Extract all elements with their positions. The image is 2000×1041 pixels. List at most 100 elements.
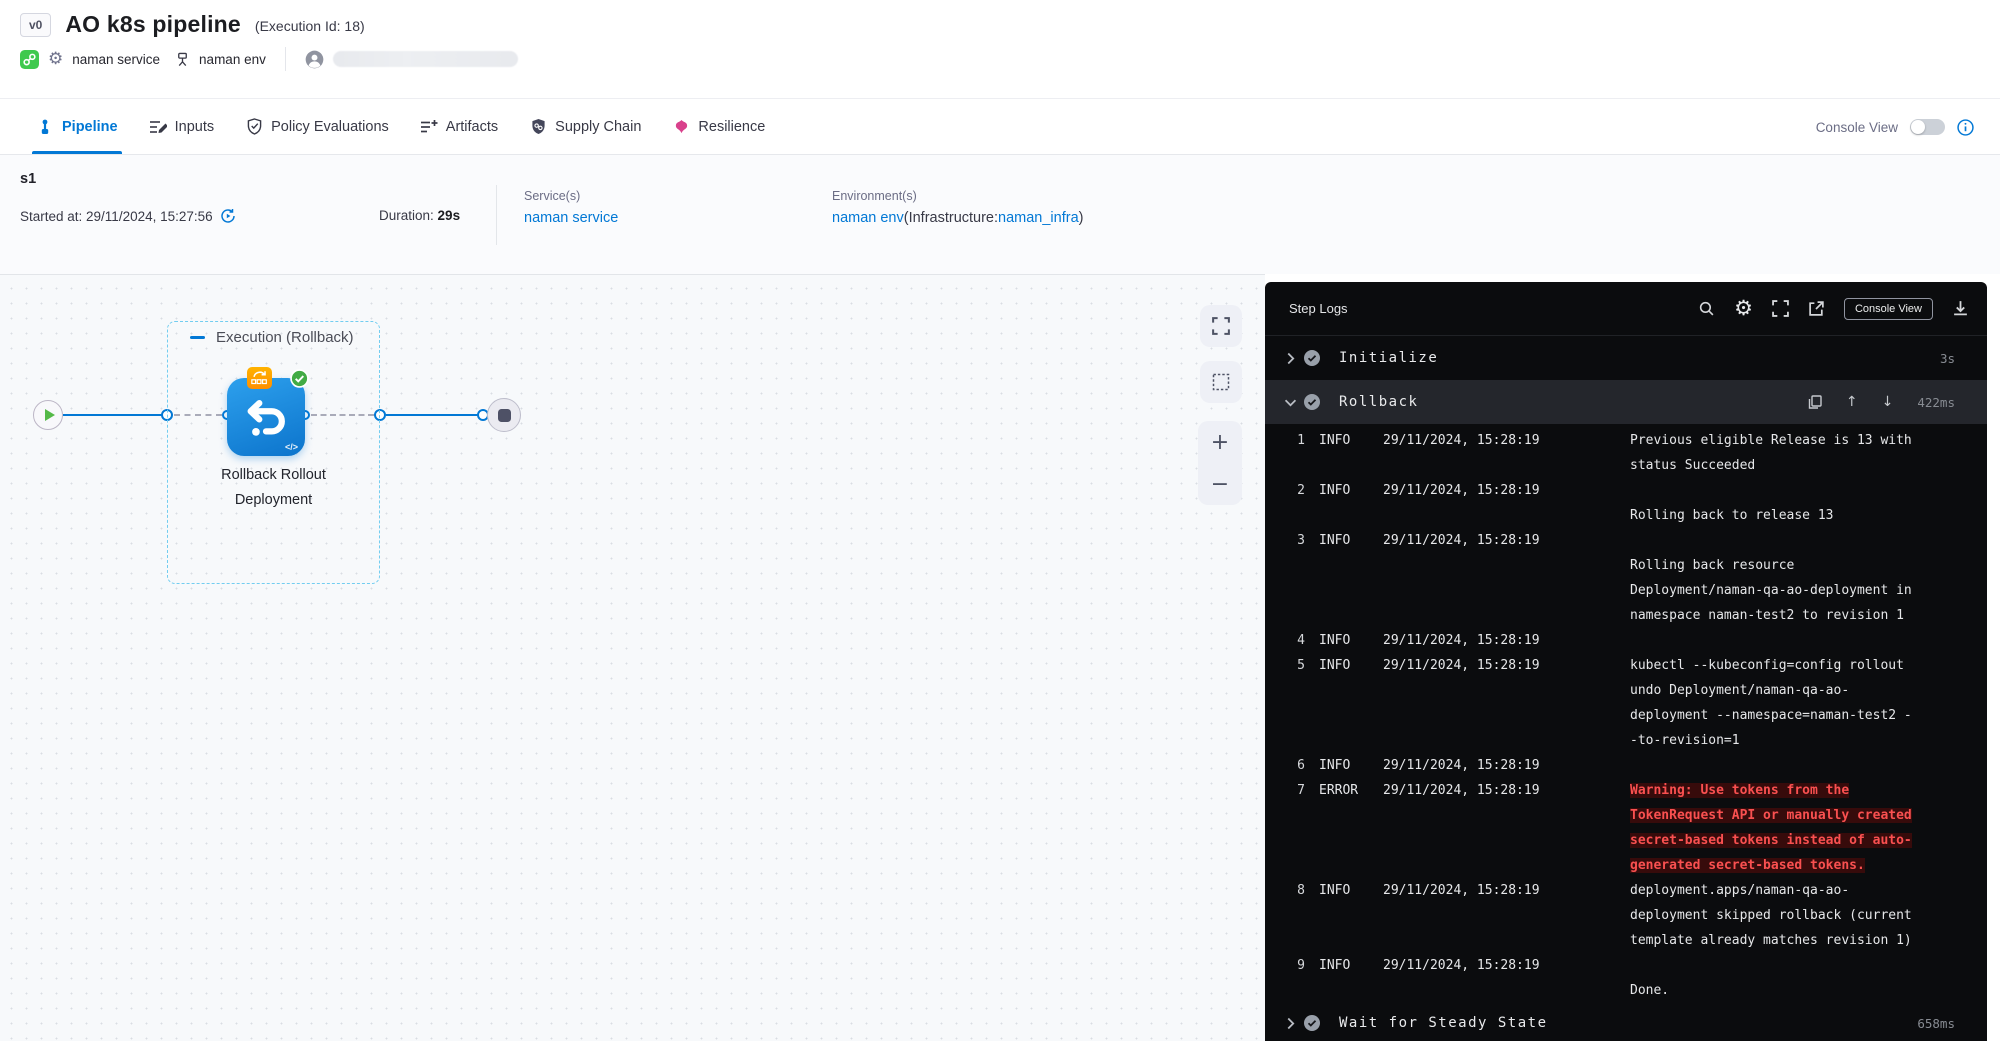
log-line-error: 7ERROR29/11/2024, 15:28:19Warning: Use t… [1289, 778, 1955, 878]
supply-chain-shield-icon [529, 118, 547, 136]
execution-screen: v0 AO k8s pipeline (Execution Id: 18) ⚙ … [0, 0, 2000, 1041]
infra-prefix: (Infrastructure: [904, 210, 998, 226]
service-gear-icon: ⚙ [48, 51, 63, 68]
log-line: 3INFO29/11/2024, 15:28:19 Rolling back r… [1289, 528, 1955, 628]
log-section-initialize[interactable]: Initialize 3s [1265, 336, 1987, 380]
tab-artifacts[interactable]: Artifacts [420, 99, 498, 154]
version-badge: v0 [20, 13, 51, 37]
section-duration: 422ms [1917, 395, 1955, 410]
console-view-cluster: Console View [1816, 99, 1974, 155]
step-label: Rollback Rollout Deployment [167, 463, 380, 513]
log-settings-icon[interactable]: ⚙ [1734, 298, 1753, 319]
artifacts-icon [420, 118, 438, 136]
edge-group-to-end [386, 414, 478, 416]
pipeline-end-node[interactable] [487, 398, 521, 432]
section-duration: 3s [1940, 351, 1955, 366]
avatar [305, 50, 324, 69]
chevron-right-icon[interactable] [1277, 1017, 1303, 1030]
tab-resilience[interactable]: Resilience [672, 99, 765, 154]
started-at-text: Started at: 29/11/2024, 15:27:56 [20, 209, 213, 224]
service-link[interactable]: naman service [524, 210, 618, 226]
header-title-row: v0 AO k8s pipeline (Execution Id: 18) [20, 11, 365, 38]
zoom-out-button[interactable]: − [1198, 463, 1242, 505]
edge-start-to-group [63, 414, 167, 416]
success-check-icon [1303, 393, 1321, 411]
log-search-icon[interactable] [1698, 300, 1715, 317]
rollback-log-lines[interactable]: 1INFO29/11/2024, 15:28:19Previous eligib… [1265, 424, 1987, 1005]
script-code-glyph: </> [285, 442, 298, 452]
success-check-icon [1303, 349, 1321, 367]
execution-id: (Execution Id: 18) [255, 15, 365, 34]
info-icon[interactable] [1957, 119, 1974, 136]
duration-label: Duration: [379, 208, 434, 223]
scroll-down-icon[interactable]: ↓ [1882, 394, 1894, 410]
log-section-wait-steady-state[interactable]: Wait for Steady State 658ms [1265, 1005, 1987, 1041]
download-logs-icon[interactable] [1952, 300, 1969, 317]
copy-logs-icon[interactable] [1808, 395, 1822, 409]
canvas-marquee-select-button[interactable] [1200, 361, 1242, 403]
scroll-up-icon[interactable]: ↑ [1846, 394, 1858, 410]
policy-shield-icon [245, 118, 263, 136]
canvas-zoom-controls: + − [1198, 421, 1242, 505]
app-header: v0 AO k8s pipeline (Execution Id: 18) ⚙ … [0, 0, 2000, 99]
stop-icon [498, 409, 511, 422]
header-service-name: naman service [72, 52, 160, 67]
chevron-down-icon[interactable] [1277, 398, 1303, 407]
log-line: 5INFO29/11/2024, 15:28:19kubectl --kubec… [1289, 653, 1955, 753]
section-duration: 658ms [1917, 1016, 1955, 1031]
services-label: Service(s) [524, 189, 618, 203]
duration-value: 29s [438, 208, 461, 223]
pipeline-icon [36, 118, 54, 136]
rollback-arrow-icon [243, 394, 289, 440]
tab-pipeline[interactable]: Pipeline [36, 99, 118, 154]
console-view-button[interactable]: Console View [1844, 298, 1933, 320]
environment-link[interactable]: naman env [832, 210, 904, 226]
tab-policy-evaluations[interactable]: Policy Evaluations [245, 99, 389, 154]
toggle-knob [1911, 120, 1925, 134]
infra-suffix: ) [1079, 210, 1084, 226]
stage-name: s1 [20, 171, 36, 187]
play-icon [45, 409, 55, 421]
pipeline-canvas[interactable]: Execution (Rollback) </> Rollback Rollou… [0, 274, 1265, 1041]
log-line: 8INFO29/11/2024, 15:28:19deployment.apps… [1289, 878, 1955, 953]
pipeline-start-node[interactable] [33, 400, 63, 430]
execution-group-label: Execution (Rollback) [216, 329, 354, 346]
tab-inputs[interactable]: Inputs [149, 99, 215, 154]
cd-module-icon [20, 50, 39, 69]
tab-supply-chain[interactable]: Supply Chain [529, 99, 641, 154]
canvas-fullscreen-button[interactable] [1200, 305, 1242, 347]
success-check-icon [1303, 1014, 1321, 1032]
redacted-user-email [333, 51, 518, 67]
collapse-group-icon[interactable] [190, 336, 205, 340]
header-meta-row: ⚙ naman service naman env [20, 48, 518, 70]
environments-label: Environment(s) [832, 189, 1083, 203]
chevron-right-icon[interactable] [1277, 352, 1303, 365]
section-name: Initialize [1339, 350, 1438, 366]
console-view-label: Console View [1816, 120, 1898, 135]
inputs-icon [149, 118, 167, 136]
execution-group-header: Execution (Rollback) [190, 329, 354, 346]
resilience-icon [672, 118, 690, 136]
log-line: 9INFO29/11/2024, 15:28:19 Done. [1289, 953, 1955, 1003]
log-line: 1INFO29/11/2024, 15:28:19Previous eligib… [1289, 428, 1955, 478]
environments-column: Environment(s) naman env(Infrastructure:… [832, 189, 1083, 226]
step-logs-header: Step Logs ⚙ Console View [1265, 282, 1987, 336]
pipeline-title: AO k8s pipeline [65, 11, 241, 38]
section-name: Wait for Steady State [1339, 1015, 1548, 1031]
header-divider [285, 47, 286, 71]
execution-tabbar: Pipeline Inputs Policy Evaluations Artif… [0, 99, 2000, 155]
step-logs-title: Step Logs [1289, 301, 1698, 316]
history-icon[interactable] [220, 208, 236, 224]
console-view-toggle[interactable] [1910, 119, 1945, 135]
log-section-rollback[interactable]: Rollback ↑ ↓ 422ms [1265, 380, 1987, 424]
stage-info-bar: s1 Started at: 29/11/2024, 15:27:56 Dura… [0, 155, 2000, 274]
section-name: Rollback [1339, 394, 1418, 410]
log-fullscreen-icon[interactable] [1772, 300, 1789, 317]
zoom-in-button[interactable]: + [1198, 421, 1242, 463]
open-in-new-icon[interactable] [1808, 300, 1825, 317]
stage-started-at: Started at: 29/11/2024, 15:27:56 [20, 208, 236, 224]
infrastructure-link[interactable]: naman_infra [998, 210, 1079, 226]
stage-divider [496, 185, 497, 245]
rollout-type-badge [247, 367, 272, 389]
services-column: Service(s) naman service [524, 189, 618, 226]
